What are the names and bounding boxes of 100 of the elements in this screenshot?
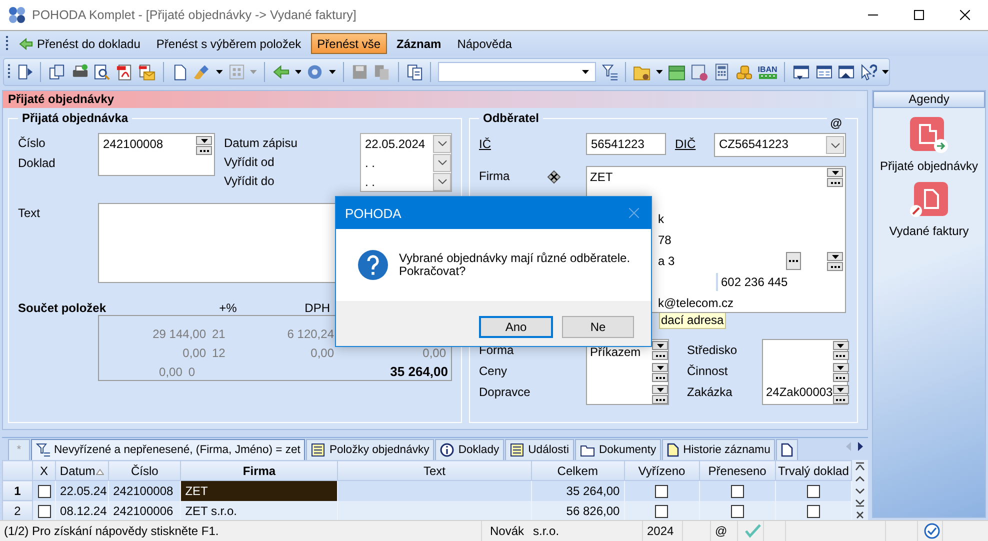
dropdown-button[interactable]: [832, 341, 849, 350]
column-header[interactable]: X: [32, 460, 56, 480]
menu-item[interactable]: Nápověda: [451, 33, 518, 54]
next-record-icon[interactable]: [855, 486, 865, 496]
table-row[interactable]: 2 08.12.24 242100006 ZET s.r.o. 56 826,00: [2, 500, 852, 520]
more-button[interactable]: [196, 146, 212, 155]
tab[interactable]: Nevyřízené a nepřenesené, (Firma, Jméno) = zet: [31, 439, 306, 460]
dropdown-button[interactable]: [832, 363, 849, 372]
checkbox[interactable]: [655, 504, 668, 518]
column-header[interactable]: Vyřízeno: [624, 460, 700, 480]
documents-icon[interactable]: [406, 63, 424, 81]
caret-icon: [656, 344, 664, 348]
more-button[interactable]: [827, 178, 843, 187]
coins-icon[interactable]: [735, 63, 753, 81]
payment-field[interactable]: Příkazem: [586, 339, 669, 405]
exit-icon[interactable]: [16, 63, 34, 81]
more-button[interactable]: [832, 373, 849, 382]
ic-field[interactable]: 56541223: [586, 133, 666, 155]
close-icon[interactable]: [855, 510, 865, 520]
first-record-icon[interactable]: [855, 462, 865, 472]
previous-record-icon[interactable]: [855, 474, 865, 484]
menu-item[interactable]: Přenést do dokladu: [13, 33, 146, 54]
more-button[interactable]: [832, 351, 849, 360]
group-title: Přijatá objednávka: [21, 111, 130, 125]
checkbox[interactable]: [730, 504, 744, 518]
date-field[interactable]: . .: [361, 153, 451, 172]
more-button[interactable]: [652, 395, 668, 404]
window-icon[interactable]: [792, 63, 810, 81]
more-button[interactable]: [786, 252, 801, 270]
agenda-item[interactable]: Vydané faktury: [889, 181, 969, 238]
dialog-button[interactable]: Ne: [562, 316, 634, 338]
dic-field[interactable]: CZ56541223: [714, 133, 846, 157]
search-combo-field[interactable]: [438, 62, 596, 82]
copy-icon[interactable]: [48, 63, 66, 81]
brush-icon[interactable]: [193, 63, 211, 81]
more-button[interactable]: [652, 373, 668, 382]
scroll-right-icon[interactable]: [858, 442, 864, 451]
column-header[interactable]: Číslo: [108, 460, 181, 480]
arrow-left-icon[interactable]: [272, 63, 290, 81]
field-label: Datum zápisu: [224, 135, 298, 152]
maximize-icon: [914, 10, 924, 20]
eraser-icon[interactable]: [546, 168, 562, 184]
dropdown-button[interactable]: [827, 252, 843, 261]
dialog-button[interactable]: Ano: [479, 316, 553, 338]
dropdown-button[interactable]: [652, 363, 668, 372]
more-button[interactable]: [827, 262, 843, 271]
window-icon[interactable]: [814, 63, 832, 81]
column-header[interactable]: Datum: [56, 460, 109, 480]
caret-icon: [832, 170, 838, 174]
number-field[interactable]: 242100008: [98, 133, 215, 176]
invoice-document-icon: [908, 181, 949, 219]
column-header[interactable]: Firma: [180, 460, 338, 480]
column-header[interactable]: Text: [338, 460, 532, 480]
dropdown-button[interactable]: [652, 385, 668, 394]
grip-icon: [8, 64, 11, 80]
filter-icon[interactable]: [600, 63, 618, 81]
preview-icon[interactable]: [93, 63, 111, 81]
agenda-item[interactable]: Přijaté objednávky: [880, 116, 978, 173]
dropdown-button[interactable]: [832, 385, 849, 394]
menu-item[interactable]: Přenést vše: [311, 33, 387, 54]
calculator-icon[interactable]: [712, 63, 730, 81]
page-icon: [781, 443, 794, 457]
checkbox[interactable]: [806, 484, 820, 498]
table-row[interactable]: 1 22.05.24 242100008 ZET 35 264,00: [2, 480, 852, 500]
column-header[interactable]: Trvalý doklad: [775, 460, 852, 480]
more-button[interactable]: [652, 351, 668, 360]
help-cursor-icon[interactable]: [860, 63, 878, 81]
date-field[interactable]: 22.05.2024: [361, 134, 451, 153]
dropdown-button[interactable]: [652, 341, 668, 350]
calculator-percent-icon[interactable]: [690, 63, 708, 81]
pdf-icon[interactable]: [116, 63, 134, 81]
dropdown-button[interactable]: [827, 168, 843, 177]
column-header[interactable]: Celkem: [531, 460, 624, 480]
menu-item[interactable]: Záznam: [390, 33, 448, 54]
checkbox[interactable]: [38, 504, 51, 518]
window-icon[interactable]: [837, 63, 855, 81]
caret-icon: [832, 254, 838, 258]
info-icon: [440, 443, 454, 457]
tab[interactable]: Doklady: [435, 439, 504, 460]
tab[interactable]: Události: [505, 439, 574, 460]
checkbox[interactable]: [38, 484, 51, 498]
order-document-icon: [909, 116, 949, 154]
tab[interactable]: Položky objednávky: [306, 439, 434, 460]
menu-item[interactable]: Přenést s výběrem položek: [150, 33, 308, 54]
center-field[interactable]: 24Zak00003: [762, 339, 848, 405]
more-button[interactable]: [832, 395, 849, 404]
date-field[interactable]: . .: [361, 172, 451, 191]
tab[interactable]: [776, 439, 798, 460]
dropdown-button[interactable]: [196, 136, 212, 145]
tab[interactable]: Historie záznamu: [662, 439, 776, 460]
delivery-address-tab[interactable]: dací adresa: [659, 313, 726, 329]
last-record-icon[interactable]: [855, 498, 865, 508]
tab[interactable]: Dokumenty: [574, 439, 662, 460]
caret-icon: [656, 366, 664, 370]
checkbox[interactable]: [806, 504, 820, 518]
caret-icon: [328, 70, 336, 74]
checkbox[interactable]: [730, 484, 744, 498]
checkbox[interactable]: [655, 484, 668, 498]
column-header[interactable]: Přeneseno: [699, 460, 776, 480]
email-icon[interactable]: [138, 63, 156, 81]
